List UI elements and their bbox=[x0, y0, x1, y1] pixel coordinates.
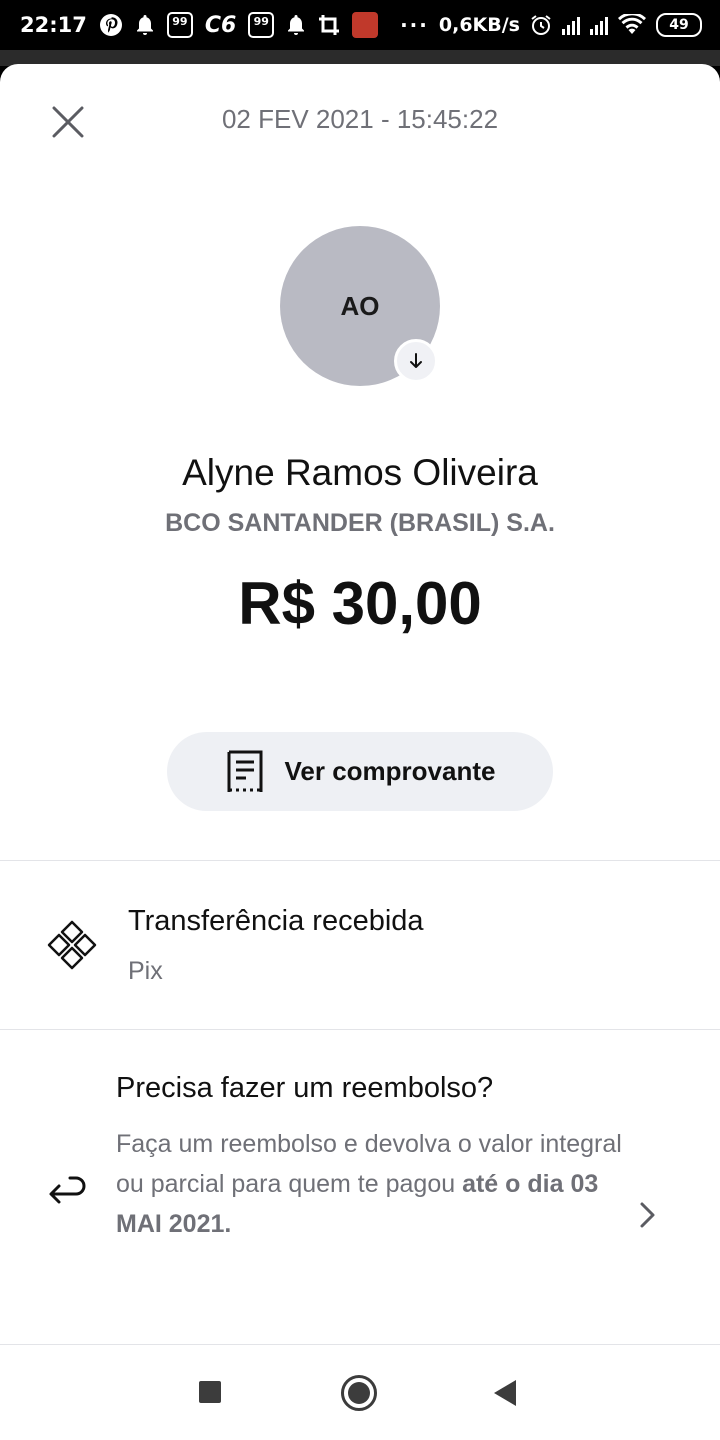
home-button[interactable] bbox=[341, 1375, 377, 1411]
more-notifications: ··· bbox=[400, 13, 429, 37]
notification-bell-icon bbox=[135, 12, 155, 38]
incoming-badge bbox=[394, 339, 438, 383]
system-nav-bar bbox=[0, 1344, 720, 1440]
back-button[interactable] bbox=[494, 1380, 516, 1406]
view-receipt-label: Ver comprovante bbox=[284, 756, 496, 786]
crop-app-icon bbox=[318, 12, 340, 38]
network-speed: 0,6KB/s bbox=[438, 14, 520, 36]
recent-apps-button[interactable] bbox=[199, 1381, 221, 1403]
chevron-right-icon bbox=[640, 1202, 655, 1228]
contact-name: Alyne Ramos Oliveira bbox=[182, 452, 538, 493]
return-arrow-icon bbox=[49, 1176, 86, 1204]
notification-bell-icon-2 bbox=[286, 12, 306, 38]
transaction-date: 02 FEV 2021 - 15:45:22 bbox=[221, 104, 499, 134]
transaction-type-title: Transferência recebida bbox=[128, 905, 424, 937]
pinterest-icon bbox=[99, 12, 123, 38]
transaction-type-row: Transferência recebida Pix bbox=[0, 861, 720, 1029]
arrow-down-icon bbox=[410, 353, 422, 368]
red-app-icon bbox=[352, 12, 379, 38]
transaction-detail-sheet: 02 FEV 2021 - 15:45:22 AO Alyne Ramos Ol… bbox=[0, 64, 720, 1344]
wifi-icon bbox=[618, 12, 646, 38]
food-app-icon-2: 99 bbox=[248, 12, 275, 38]
view-receipt-button[interactable]: Ver comprovante bbox=[167, 732, 553, 811]
signal-icon bbox=[562, 15, 580, 35]
avatar-initials: AO bbox=[340, 290, 380, 321]
bank-name: BCO SANTANDER (BRASIL) S.A. bbox=[165, 509, 555, 537]
carrier-logo: C6 bbox=[204, 12, 237, 38]
refund-description: Faça um reembolso e devolva o valor inte… bbox=[116, 1124, 626, 1244]
transaction-method: Pix bbox=[128, 957, 163, 985]
food-app-icon: 99 bbox=[166, 12, 193, 38]
refund-title: Precisa fazer um reembolso? bbox=[116, 1072, 494, 1104]
status-time: 22:17 bbox=[20, 13, 87, 37]
pix-icon bbox=[47, 920, 97, 970]
status-bar: 22:17 99 C6 99 ··· 0,6KB/s 49 bbox=[0, 0, 720, 50]
refund-row[interactable]: Precisa fazer um reembolso? Faça um reem… bbox=[0, 1030, 720, 1344]
receipt-icon bbox=[227, 750, 262, 792]
signal-icon-2 bbox=[590, 15, 608, 35]
alarm-icon bbox=[530, 12, 552, 38]
amount: R$ 30,00 bbox=[238, 570, 482, 637]
battery-indicator: 49 bbox=[656, 13, 702, 37]
